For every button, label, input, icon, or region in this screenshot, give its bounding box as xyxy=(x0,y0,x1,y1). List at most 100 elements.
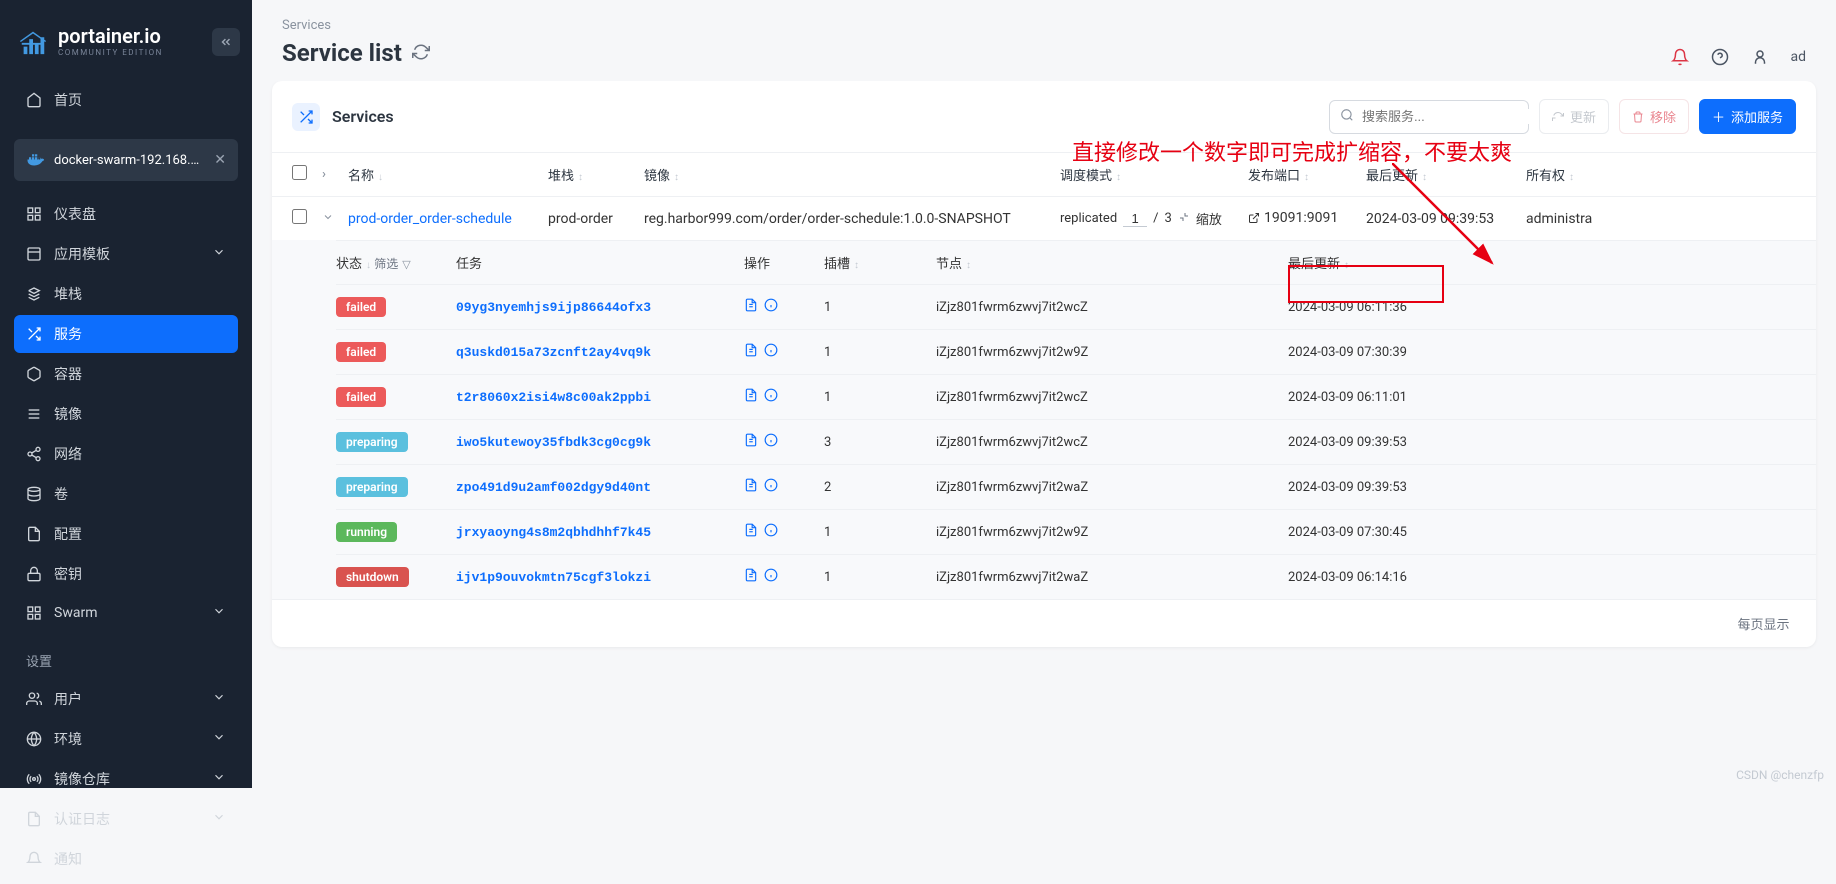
info-icon[interactable] xyxy=(764,343,778,361)
nav-container[interactable]: 容器 xyxy=(14,355,238,393)
nav-label: 配置 xyxy=(54,524,82,544)
dashboard-icon xyxy=(26,206,42,222)
service-name-link[interactable]: prod-order_order-schedule xyxy=(348,211,512,227)
nav-template[interactable]: 应用模板 xyxy=(14,235,238,273)
filter-icon[interactable]: ▽ xyxy=(402,258,410,271)
expand-all-toggle[interactable]: › xyxy=(322,167,348,182)
chevron-down-icon xyxy=(212,690,226,708)
panel-title: Services xyxy=(332,107,394,126)
nav-label: 网络 xyxy=(54,444,82,464)
add-service-button[interactable]: ＋ 添加服务 xyxy=(1699,99,1796,134)
info-icon[interactable] xyxy=(764,568,778,586)
topbar: Services Service list ad xyxy=(252,0,1836,81)
nav-network[interactable]: 网络 xyxy=(14,435,238,473)
service-row: prod-order_order-schedule prod-order reg… xyxy=(272,196,1816,240)
log-icon[interactable] xyxy=(744,523,758,541)
help-icon[interactable] xyxy=(1710,47,1730,67)
info-icon[interactable] xyxy=(764,433,778,451)
task-updated: 2024-03-09 07:30:45 xyxy=(1288,525,1796,540)
log-icon[interactable] xyxy=(744,568,758,586)
sidebar-collapse-button[interactable] xyxy=(212,28,240,56)
shuffle-icon xyxy=(292,103,320,131)
task-id-link[interactable]: jrxyaoyng4s8m2qbhdhhf7k45 xyxy=(456,525,651,540)
nav-label: 用户 xyxy=(54,689,82,709)
port-link[interactable]: 19091:9091 xyxy=(1248,210,1338,226)
user-label[interactable]: ad xyxy=(1790,49,1806,65)
chevron-down-icon xyxy=(212,770,226,788)
log-icon[interactable] xyxy=(744,388,758,406)
environment-pill[interactable]: docker-swarm-192.168.13... ✕ xyxy=(14,139,238,181)
nav-volume[interactable]: 卷 xyxy=(14,475,238,513)
task-id-link[interactable]: t2r8060x2isi4w8c00ak2ppbi xyxy=(456,390,651,405)
subcol-updated[interactable]: 最后更新↕ xyxy=(1288,253,1796,272)
nav-stack[interactable]: 堆栈 xyxy=(14,275,238,313)
collapse-icon[interactable] xyxy=(1178,211,1190,227)
users-icon xyxy=(26,691,42,707)
col-owner[interactable]: 所有权↕ xyxy=(1526,165,1796,184)
task-id-link[interactable]: ijv1p9ouvokmtn75cgf3lokzi xyxy=(456,570,651,585)
task-node: iZjz801fwrm6zwvj7it2wcZ xyxy=(936,435,1288,450)
auth-icon xyxy=(26,811,42,827)
col-image[interactable]: 镜像↕ xyxy=(644,165,1060,184)
settings-registry[interactable]: 镜像仓库 xyxy=(14,760,238,798)
nav-config[interactable]: 配置 xyxy=(14,515,238,553)
search-input[interactable] xyxy=(1362,109,1538,124)
col-sched[interactable]: 调度模式↕ xyxy=(1060,165,1248,184)
task-id-link[interactable]: iwo5kutewoy35fbdk3cg0cg9k xyxy=(456,435,651,450)
info-icon[interactable] xyxy=(764,388,778,406)
col-stack[interactable]: 堆栈↕ xyxy=(548,165,644,184)
subcol-slot[interactable]: 插槽↕ xyxy=(824,253,936,272)
main: Services Service list ad 直接修改一个数字即可完成扩缩容… xyxy=(252,0,1836,788)
subcol-task[interactable]: 任务 xyxy=(456,253,744,272)
nav-home[interactable]: 首页 xyxy=(14,81,238,119)
task-id-link[interactable]: q3uskd015a73zcnft2ay4vq9k xyxy=(456,345,651,360)
breadcrumb[interactable]: Services xyxy=(282,18,430,33)
col-updated[interactable]: 最后更新↕ xyxy=(1366,165,1526,184)
replica-input[interactable] xyxy=(1123,211,1147,227)
search-box[interactable] xyxy=(1329,100,1529,134)
info-icon[interactable] xyxy=(764,523,778,541)
remove-button[interactable]: 移除 xyxy=(1619,99,1689,134)
row-checkbox[interactable] xyxy=(292,209,307,224)
info-icon[interactable] xyxy=(764,478,778,496)
user-icon[interactable] xyxy=(1750,47,1770,67)
row-expand-toggle[interactable] xyxy=(322,211,348,227)
volume-icon xyxy=(26,486,42,502)
task-node: iZjz801fwrm6zwvj7it2wcZ xyxy=(936,300,1288,315)
select-all-checkbox[interactable] xyxy=(292,165,307,180)
log-icon[interactable] xyxy=(744,343,758,361)
chevron-down-icon xyxy=(212,604,226,622)
update-button[interactable]: 更新 xyxy=(1539,99,1609,134)
scale-label[interactable]: 缩放 xyxy=(1196,209,1222,228)
refresh-icon[interactable] xyxy=(412,39,430,67)
subcol-node[interactable]: 节点↕ xyxy=(936,253,1288,272)
task-slot: 1 xyxy=(824,525,936,540)
settings-users[interactable]: 用户 xyxy=(14,680,238,718)
settings-env[interactable]: 环境 xyxy=(14,720,238,758)
chevron-down-icon xyxy=(212,245,226,263)
settings-heading: 设置 xyxy=(0,637,252,676)
task-updated: 2024-03-09 09:39:53 xyxy=(1288,480,1796,495)
subcol-ops: 操作 xyxy=(744,253,824,272)
nav-service[interactable]: 服务 xyxy=(14,315,238,353)
nav-dashboard[interactable]: 仪表盘 xyxy=(14,195,238,233)
task-id-link[interactable]: zpo491d9u2amf002dgy9d40nt xyxy=(456,480,651,495)
close-icon[interactable]: ✕ xyxy=(214,152,226,168)
info-icon[interactable] xyxy=(764,298,778,316)
log-icon[interactable] xyxy=(744,298,758,316)
bell-icon[interactable] xyxy=(1670,47,1690,67)
subcol-status[interactable]: 状态↓ 筛选▽ xyxy=(336,253,456,272)
task-id-link[interactable]: 09yg3nyemhjs9ijp86644ofx3 xyxy=(456,300,651,315)
task-slot: 3 xyxy=(824,435,936,450)
nav-secret[interactable]: 密钥 xyxy=(14,555,238,593)
col-port[interactable]: 发布端口↕ xyxy=(1248,165,1366,184)
log-icon[interactable] xyxy=(744,478,758,496)
log-icon[interactable] xyxy=(744,433,758,451)
nav-image[interactable]: 镜像 xyxy=(14,395,238,433)
settings-notify[interactable]: 通知 xyxy=(14,840,238,878)
col-name[interactable]: 名称↓ xyxy=(348,165,548,184)
settings-auth[interactable]: 认证日志 xyxy=(14,800,238,838)
nav-label: 密钥 xyxy=(54,564,82,584)
status-badge: failed xyxy=(336,342,386,362)
nav-swarm[interactable]: Swarm xyxy=(14,595,238,631)
